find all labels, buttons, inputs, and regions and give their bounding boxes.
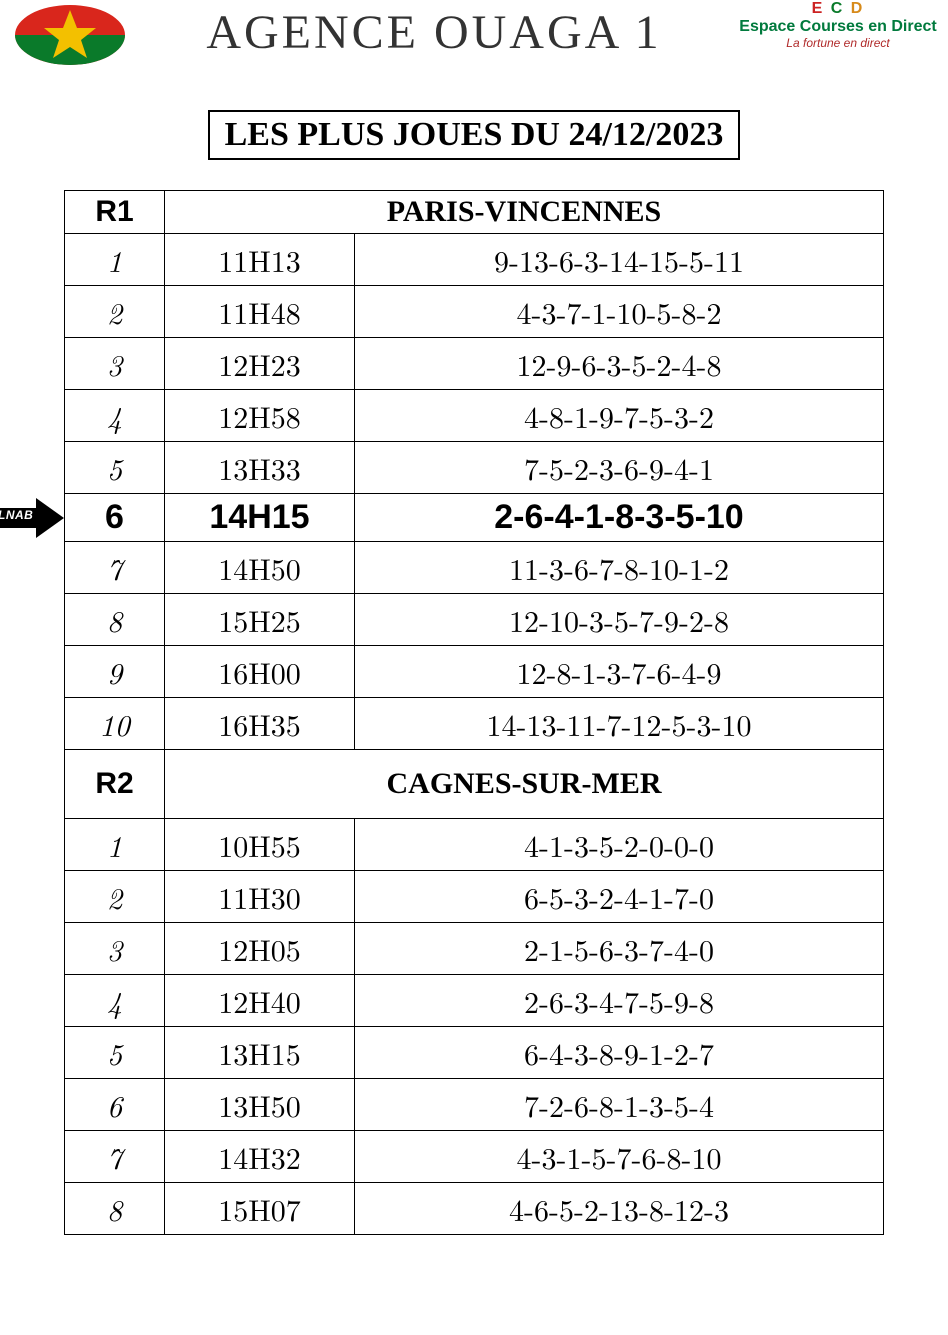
- table-row: 110H554-1-3-5-2-0-0-0: [65, 819, 884, 871]
- brand-line2: La fortune en direct: [738, 36, 938, 50]
- race-number: 2: [65, 286, 165, 338]
- table-row: 815H2512-10-3-5-7-9-2-8: [65, 594, 884, 646]
- race-number: 4: [65, 975, 165, 1027]
- race-time: 15H07: [165, 1183, 355, 1235]
- flag-logo: [10, 0, 130, 70]
- race-picks: 4-6-5-2-13-8-12-3: [355, 1183, 884, 1235]
- race-time: 12H58: [165, 390, 355, 442]
- table-row: 312H2312-9-6-3-5-2-4-8: [65, 338, 884, 390]
- race-number: 2: [65, 871, 165, 923]
- race-number: 4: [65, 390, 165, 442]
- race-time: 16H35: [165, 698, 355, 750]
- race-number: 3: [65, 338, 165, 390]
- race-picks: 4-8-1-9-7-5-3-2: [355, 390, 884, 442]
- race-number: 10: [65, 698, 165, 750]
- race-time: 11H30: [165, 871, 355, 923]
- race-time: 13H15: [165, 1027, 355, 1079]
- table-row: 916H0012-8-1-3-7-6-4-9: [65, 646, 884, 698]
- race-time: 16H00: [165, 646, 355, 698]
- table-row: 412H402-6-3-4-7-5-9-8: [65, 975, 884, 1027]
- race-number: 8: [65, 1183, 165, 1235]
- race-picks: 9-13-6-3-14-15-5-11: [355, 234, 884, 286]
- race-time: 13H50: [165, 1079, 355, 1131]
- highlight-arrow-icon: LNAB: [0, 498, 64, 538]
- brand-logo: E C D Espace Courses en Direct La fortun…: [738, 0, 938, 50]
- race-time: 10H55: [165, 819, 355, 871]
- table-row: 412H584-8-1-9-7-5-3-2: [65, 390, 884, 442]
- reunion-code: R1: [65, 191, 165, 234]
- race-picks: 14-13-11-7-12-5-3-10: [355, 698, 884, 750]
- page-subtitle: LES PLUS JOUES DU 24/12/2023: [208, 110, 741, 160]
- race-time: 14H50: [165, 542, 355, 594]
- table-row: 513H337-5-2-3-6-9-4-1: [65, 442, 884, 494]
- table-row: 614H152-6-4-1-8-3-5-10: [65, 494, 884, 542]
- table-row: 714H324-3-1-5-7-6-8-10: [65, 1131, 884, 1183]
- race-time: 12H40: [165, 975, 355, 1027]
- race-time: 14H32: [165, 1131, 355, 1183]
- race-picks: 7-5-2-3-6-9-4-1: [355, 442, 884, 494]
- race-picks: 4-1-3-5-2-0-0-0: [355, 819, 884, 871]
- table-row: 513H156-4-3-8-9-1-2-7: [65, 1027, 884, 1079]
- race-time: 12H23: [165, 338, 355, 390]
- race-time: 14H15: [165, 494, 355, 542]
- table-row: 613H507-2-6-8-1-3-5-4: [65, 1079, 884, 1131]
- race-number: 5: [65, 1027, 165, 1079]
- table-row: 211H306-5-3-2-4-1-7-0: [65, 871, 884, 923]
- race-picks: 11-3-6-7-8-10-1-2: [355, 542, 884, 594]
- race-picks: 6-4-3-8-9-1-2-7: [355, 1027, 884, 1079]
- race-picks: 2-6-4-1-8-3-5-10: [355, 494, 884, 542]
- race-time: 12H05: [165, 923, 355, 975]
- race-picks: 2-1-5-6-3-7-4-0: [355, 923, 884, 975]
- race-picks: 12-9-6-3-5-2-4-8: [355, 338, 884, 390]
- race-number: 9: [65, 646, 165, 698]
- race-time: 13H33: [165, 442, 355, 494]
- race-number: 7: [65, 1131, 165, 1183]
- race-time: 11H13: [165, 234, 355, 286]
- race-number: 1: [65, 819, 165, 871]
- race-picks: 4-3-7-1-10-5-8-2: [355, 286, 884, 338]
- table-row: 714H5011-3-6-7-8-10-1-2: [65, 542, 884, 594]
- agency-title: AGENCE OUAGA 1: [130, 5, 738, 60]
- race-time: 15H25: [165, 594, 355, 646]
- brand-line1: Espace Courses en Direct: [738, 18, 938, 36]
- race-number: 5: [65, 442, 165, 494]
- arrow-label: LNAB: [0, 508, 33, 522]
- reunion-code: R2: [65, 750, 165, 819]
- race-picks: 6-5-3-2-4-1-7-0: [355, 871, 884, 923]
- race-time: 11H48: [165, 286, 355, 338]
- race-picks: 12-10-3-5-7-9-2-8: [355, 594, 884, 646]
- race-picks: 12-8-1-3-7-6-4-9: [355, 646, 884, 698]
- races-table: R1PARIS-VINCENNES111H139-13-6-3-14-15-5-…: [64, 190, 884, 1235]
- race-number: 1: [65, 234, 165, 286]
- reunion-venue: CAGNES-SUR-MER: [165, 750, 884, 819]
- table-row: 312H052-1-5-6-3-7-4-0: [65, 923, 884, 975]
- race-picks: 7-2-6-8-1-3-5-4: [355, 1079, 884, 1131]
- reunion-venue: PARIS-VINCENNES: [165, 191, 884, 234]
- race-picks: 4-3-1-5-7-6-8-10: [355, 1131, 884, 1183]
- race-picks: 2-6-3-4-7-5-9-8: [355, 975, 884, 1027]
- table-row: 111H139-13-6-3-14-15-5-11: [65, 234, 884, 286]
- table-row: 1016H3514-13-11-7-12-5-3-10: [65, 698, 884, 750]
- race-number: 6: [65, 1079, 165, 1131]
- race-number: 6: [65, 494, 165, 542]
- table-row: 815H074-6-5-2-13-8-12-3: [65, 1183, 884, 1235]
- race-number: 7: [65, 542, 165, 594]
- table-row: 211H484-3-7-1-10-5-8-2: [65, 286, 884, 338]
- race-number: 8: [65, 594, 165, 646]
- race-number: 3: [65, 923, 165, 975]
